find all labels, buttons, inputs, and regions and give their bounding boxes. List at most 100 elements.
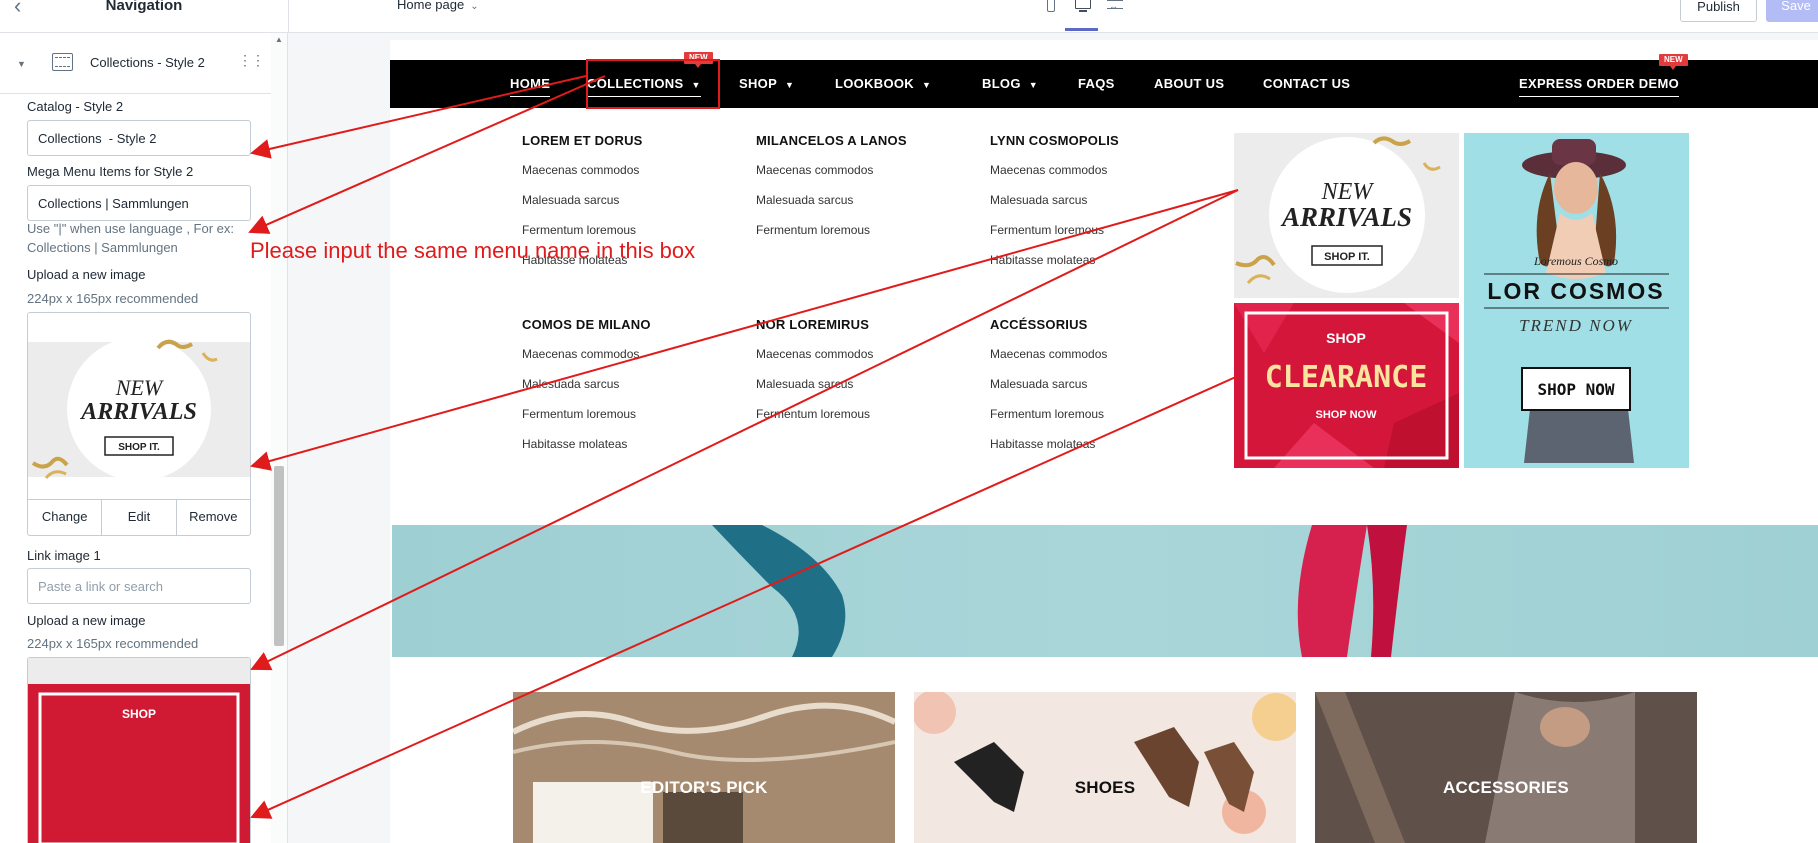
accessories-tile[interactable]: ACCESSORIES: [1315, 692, 1697, 843]
mega-menu-link[interactable]: Fermentum loremous: [756, 223, 907, 253]
thumb-shop-text: SHOP: [122, 707, 156, 721]
clearance-thumbnail: SHOP: [28, 658, 250, 843]
upload-image-1-help: 224px x 165px recommended: [27, 291, 199, 306]
page-selector[interactable]: Home page ⌄: [397, 0, 479, 12]
mega-menu-link[interactable]: Maecenas commodos: [522, 163, 643, 193]
caret-down-icon: ▼: [1028, 80, 1038, 90]
hero-banner[interactable]: [392, 525, 1818, 657]
divider: [288, 0, 289, 33]
mega-menu-link[interactable]: Fermentum loremous: [990, 407, 1107, 437]
remove-image-button[interactable]: Remove: [177, 500, 250, 535]
nav-lookbook[interactable]: LOOKBOOK ▼: [835, 60, 931, 108]
mega-menu-link[interactable]: Malesuada sarcus: [990, 193, 1119, 223]
new-arrivals-thumbnail: NEW ARRIVALS SHOP IT.: [28, 313, 250, 499]
nav-blog-label: BLOG: [982, 76, 1021, 91]
panel-title: Navigation: [105, 0, 183, 14]
active-device-indicator: [1065, 28, 1098, 31]
mobile-view-icon[interactable]: [1042, 0, 1060, 16]
mega-menu-link[interactable]: Habitasse molateas: [990, 437, 1107, 467]
mega-column: NOR LOREMIRUS Maecenas commodos Malesuad…: [756, 317, 873, 437]
desktop-view-icon[interactable]: [1074, 0, 1092, 16]
mega-menu-link[interactable]: Habitasse molateas: [522, 253, 643, 283]
mega-menu-link[interactable]: Maecenas commodos: [990, 163, 1119, 193]
new-badge: NEW: [684, 52, 713, 68]
new-text: NEW: [115, 375, 164, 400]
scroll-thumb[interactable]: [274, 466, 284, 646]
lor-cosmos-banner[interactable]: Loremous Cosmo LOR COSMOS TREND NOW SHOP…: [1464, 133, 1689, 468]
catalog-input[interactable]: [27, 120, 251, 156]
mega-column-heading: NOR LOREMIRUS: [756, 317, 870, 332]
mega-menu-link[interactable]: Habitasse molateas: [990, 253, 1119, 283]
mega-menu-link[interactable]: Malesuada sarcus: [756, 193, 907, 223]
drag-handle-icon[interactable]: ⋮⋮: [238, 52, 265, 69]
nav-collections-label: COLLECTIONS: [587, 76, 684, 91]
nav-shop[interactable]: SHOP ▼: [739, 60, 794, 108]
change-image-button[interactable]: Change: [28, 500, 103, 535]
caret-down-icon: ▼: [921, 80, 932, 90]
mega-menu-link[interactable]: Malesuada sarcus: [756, 377, 873, 407]
cosmos-script-text: Loremous Cosmo: [1533, 254, 1618, 268]
mega-menu-link[interactable]: Malesuada sarcus: [522, 377, 651, 407]
nav-collections[interactable]: COLLECTIONS ▼: [587, 60, 701, 108]
nav-home[interactable]: HOME: [510, 60, 551, 108]
clearance-banner[interactable]: SHOP CLEARANCE SHOP NOW: [1234, 303, 1459, 468]
mega-menu-link[interactable]: Malesuada sarcus: [522, 193, 643, 223]
publish-button[interactable]: Publish: [1680, 0, 1757, 22]
scroll-up-icon[interactable]: ▲: [275, 35, 283, 44]
nav-about-us[interactable]: ABOUT US: [1154, 60, 1224, 108]
mega-menu-link[interactable]: Maecenas commodos: [756, 163, 907, 193]
mega-menu-link[interactable]: Fermentum loremous: [522, 407, 651, 437]
mega-menu-help: Use "|" when use language , For ex: Coll…: [27, 219, 234, 257]
upload-image-1-label: Upload a new image: [27, 267, 146, 282]
mega-column-heading: LOREM ET DORUS: [522, 133, 643, 148]
upload-image-2-help: 224px x 165px recommended: [27, 636, 199, 651]
save-button[interactable]: Save: [1766, 0, 1818, 22]
store-main-nav: HOME COLLECTIONS ▼ SHOP ▼ LOOKBOOK ▼ BLOG ▼ …: [390, 52, 1818, 108]
sidebar-scrollbar[interactable]: ▲: [271, 33, 287, 843]
mega-column-heading: ACCÉSSORIUS: [990, 317, 1088, 332]
tile-label: SHOES: [1074, 778, 1136, 797]
mega-column-heading: COMOS DE MILANO: [522, 317, 651, 332]
editors-pick-tile[interactable]: EDITOR'S PICK: [513, 692, 895, 843]
edit-image-button[interactable]: Edit: [102, 500, 177, 535]
tile-label: ACCESSORIES: [1443, 778, 1569, 797]
help-line: Collections | Sammlungen: [27, 240, 178, 255]
fullscreen-view-icon[interactable]: ↔: [1106, 0, 1124, 16]
mega-menu-link[interactable]: Maecenas commodos: [990, 347, 1107, 377]
cosmos-sub-text: TREND NOW: [1519, 316, 1633, 335]
image-2-card: SHOP: [27, 657, 251, 843]
page-selector-label: Home page: [397, 0, 465, 12]
mega-menu-input[interactable]: [27, 185, 251, 221]
mega-menu-link[interactable]: Fermentum loremous: [756, 407, 873, 437]
mega-menu-link[interactable]: Maecenas commodos: [756, 347, 873, 377]
tile-label: EDITOR'S PICK: [640, 778, 768, 797]
shoes-tile[interactable]: SHOES: [914, 692, 1296, 843]
mega-menu-link[interactable]: Fermentum loremous: [990, 223, 1119, 253]
link-image-1-label: Link image 1: [27, 548, 101, 563]
mega-menu-label: Mega Menu Items for Style 2: [27, 164, 194, 179]
nav-faqs[interactable]: FAQS: [1078, 60, 1115, 108]
mega-menu-link[interactable]: Malesuada sarcus: [990, 377, 1107, 407]
nav-blog[interactable]: BLOG ▼: [982, 60, 1038, 108]
shop-it-text: SHOP IT.: [118, 442, 160, 453]
caret-down-icon[interactable]: ▼: [17, 59, 26, 69]
cosmos-shop-now-text: SHOP NOW: [1537, 380, 1614, 399]
nav-contact-us[interactable]: CONTACT US: [1263, 60, 1350, 108]
mega-menu-link[interactable]: Maecenas commodos: [522, 347, 651, 377]
mega-column: MILANCELOS A LANOS Maecenas commodos Mal…: [756, 133, 907, 253]
help-line: Use "|" when use language , For ex:: [27, 221, 234, 236]
mega-column: ACCÉSSORIUS Maecenas commodos Malesuada …: [990, 317, 1107, 467]
nav-express-order-demo[interactable]: EXPRESS ORDER DEMO: [1519, 60, 1679, 108]
new-arrivals-banner[interactable]: NEW ARRIVALS SHOP IT.: [1234, 133, 1459, 298]
arrivals-text: ARRIVALS: [1280, 202, 1412, 232]
arrivals-text: ARRIVALS: [79, 399, 197, 425]
upload-image-2-label: Upload a new image: [27, 613, 146, 628]
mega-column-heading: LYNN COSMOPOLIS: [990, 133, 1119, 148]
preview-top-strip: [390, 40, 1818, 60]
mega-column-heading: MILANCELOS A LANOS: [756, 133, 907, 148]
mega-menu-link[interactable]: Fermentum loremous: [522, 223, 643, 253]
mega-menu-link[interactable]: Habitasse molateas: [522, 437, 651, 467]
section-header[interactable]: ▼ Collections - Style 2 ⋮⋮: [0, 33, 271, 94]
link-image-1-input[interactable]: [27, 568, 251, 604]
mega-column: LOREM ET DORUS Maecenas commodos Malesua…: [522, 133, 643, 283]
